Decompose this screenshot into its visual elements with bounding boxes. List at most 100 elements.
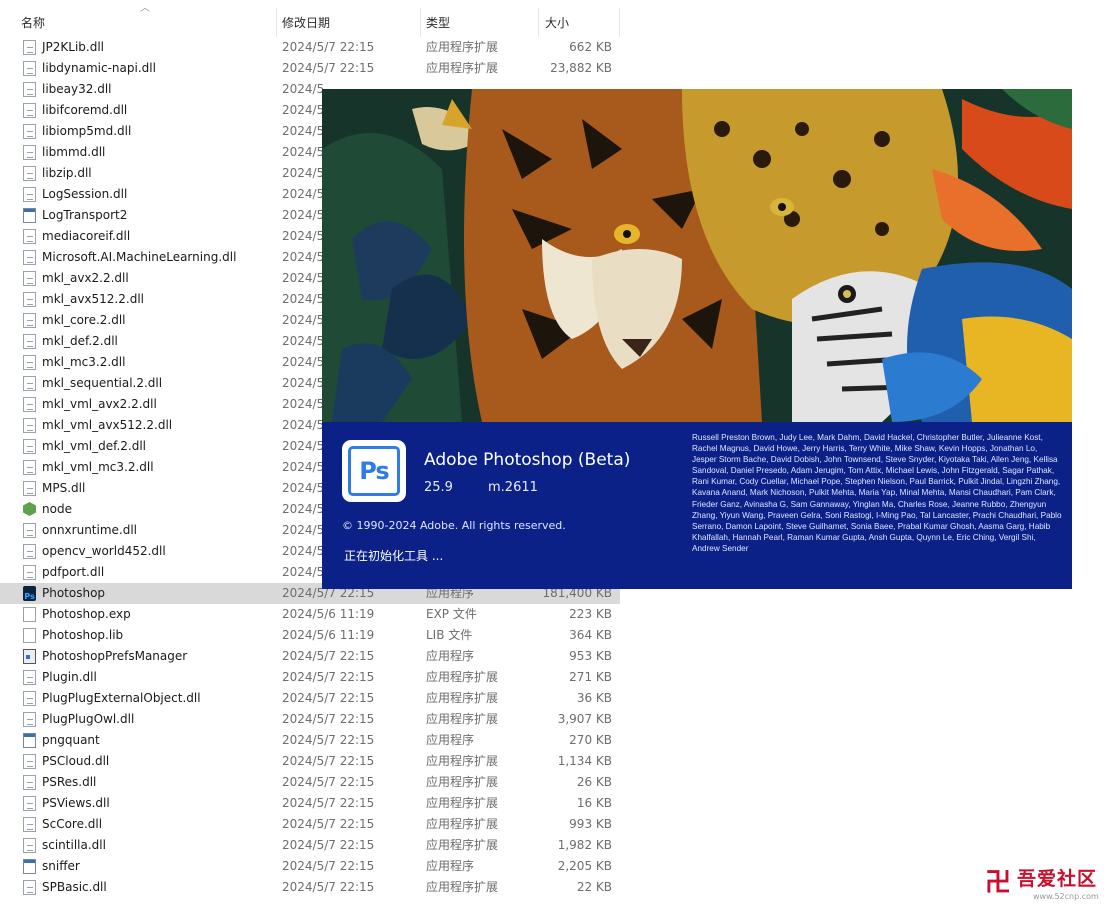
- file-name: Plugin.dll: [42, 670, 97, 684]
- file-name: libiomp5md.dll: [42, 124, 132, 138]
- file-type: 应用程序扩展: [426, 775, 499, 789]
- file-row[interactable]: Plugin.dll 2024/5/7 22:15 应用程序扩展 271 KB: [0, 667, 620, 688]
- file-modified-date: 2024/5: [282, 208, 325, 222]
- dll-file-icon: [23, 775, 36, 790]
- file-type: 应用程序扩展: [426, 691, 499, 705]
- dll-file-icon: [23, 103, 36, 118]
- file-modified-date: 2024/5/6 11:19: [282, 628, 375, 642]
- dll-file-icon: [23, 355, 36, 370]
- column-header: ︿ 名称 修改日期 类型 大小: [0, 0, 620, 37]
- column-separator[interactable]: [420, 8, 421, 37]
- file-name: Photoshop.lib: [42, 628, 124, 642]
- file-row[interactable]: PSViews.dll 2024/5/7 22:15 应用程序扩展 16 KB: [0, 793, 620, 814]
- file-modified-date: 2024/5: [282, 82, 325, 96]
- file-row[interactable]: libdynamic-napi.dll 2024/5/7 22:15 应用程序扩展 2…: [0, 58, 620, 79]
- column-separator[interactable]: [538, 8, 539, 37]
- file-name: pngquant: [42, 733, 100, 747]
- photoshop-logo-icon: Ps: [342, 440, 406, 502]
- file-modified-date: 2024/5/7 22:15: [282, 649, 375, 663]
- file-type: 应用程序扩展: [426, 61, 499, 75]
- file-type: 应用程序扩展: [426, 40, 499, 54]
- file-modified-date: 2024/5: [282, 376, 325, 390]
- column-modified-header[interactable]: 修改日期: [282, 0, 330, 37]
- file-size: 23,882 KB: [550, 61, 612, 75]
- file-name: PlugPlugOwl.dll: [42, 712, 135, 726]
- splash-info-panel: Ps Adobe Photoshop (Beta) 25.9 m.2611 © …: [322, 422, 1072, 589]
- file-row[interactable]: sniffer 2024/5/7 22:15 应用程序 2,205 KB: [0, 856, 620, 877]
- file-modified-date: 2024/5: [282, 544, 325, 558]
- file-name: mkl_mc3.2.dll: [42, 355, 126, 369]
- file-type: EXP 文件: [426, 607, 477, 621]
- file-modified-date: 2024/5/7 22:15: [282, 670, 375, 684]
- file-modified-date: 2024/5/7 22:15: [282, 880, 375, 894]
- file-name: mkl_vml_avx512.2.dll: [42, 418, 173, 432]
- photoshop-app-icon: Ps: [23, 586, 36, 601]
- dll-file-icon: [23, 880, 36, 895]
- dll-file-icon: [23, 418, 36, 433]
- file-type: 应用程序扩展: [426, 838, 499, 852]
- file-modified-date: 2024/5/7 22:15: [282, 859, 375, 873]
- application-icon: [23, 733, 36, 748]
- file-modified-date: 2024/5/7 22:15: [282, 796, 375, 810]
- file-row[interactable]: pngquant 2024/5/7 22:15 应用程序 270 KB: [0, 730, 620, 751]
- file-name: mkl_sequential.2.dll: [42, 376, 163, 390]
- file-type: 应用程序: [426, 859, 475, 873]
- file-modified-date: 2024/5: [282, 565, 325, 579]
- dll-file-icon: [23, 796, 36, 811]
- dll-file-icon: [23, 313, 36, 328]
- file-name: mkl_vml_mc3.2.dll: [42, 460, 154, 474]
- file-modified-date: 2024/5: [282, 439, 325, 453]
- file-row[interactable]: JP2KLib.dll 2024/5/7 22:15 应用程序扩展 662 KB: [0, 37, 620, 58]
- dll-file-icon: [23, 712, 36, 727]
- file-size: 26 KB: [576, 775, 612, 789]
- column-separator[interactable]: [276, 8, 277, 37]
- file-type: 应用程序扩展: [426, 880, 499, 894]
- file-row[interactable]: SPBasic.dll 2024/5/7 22:15 应用程序扩展 22 KB: [0, 877, 620, 898]
- column-separator[interactable]: [619, 8, 620, 37]
- app-name: Adobe Photoshop (Beta): [424, 450, 631, 470]
- file-row[interactable]: scintilla.dll 2024/5/7 22:15 应用程序扩展 1,982 K…: [0, 835, 620, 856]
- file-name: mkl_vml_avx2.2.dll: [42, 397, 157, 411]
- file-row[interactable]: PSRes.dll 2024/5/7 22:15 应用程序扩展 26 KB: [0, 772, 620, 793]
- dll-file-icon: [23, 229, 36, 244]
- file-name: pdfport.dll: [42, 565, 105, 579]
- file-name: PSCloud.dll: [42, 754, 110, 768]
- dll-file-icon: [23, 145, 36, 160]
- dll-file-icon: [23, 754, 36, 769]
- application-icon: [23, 859, 36, 874]
- column-type-header[interactable]: 类型: [426, 0, 450, 37]
- file-row[interactable]: PhotoshopPrefsManager 2024/5/7 22:15 应用程序 9…: [0, 646, 620, 667]
- file-row[interactable]: Photoshop.exp 2024/5/6 11:19 EXP 文件 223 KB: [0, 604, 620, 625]
- file-name: onnxruntime.dll: [42, 523, 138, 537]
- file-modified-date: 2024/5/7 22:15: [282, 754, 375, 768]
- file-type: 应用程序: [426, 733, 475, 747]
- file-name: mkl_vml_def.2.dll: [42, 439, 146, 453]
- file-row[interactable]: PlugPlugExternalObject.dll 2024/5/7 22:15…: [0, 688, 620, 709]
- file-row[interactable]: PSCloud.dll 2024/5/7 22:15 应用程序扩展 1,134 KB: [0, 751, 620, 772]
- file-row[interactable]: PlugPlugOwl.dll 2024/5/7 22:15 应用程序扩展 3,907…: [0, 709, 620, 730]
- loading-status: 正在初始化工具 ...: [344, 549, 444, 563]
- file-type: 应用程序扩展: [426, 817, 499, 831]
- credits-text: Russell Preston Brown, Judy Lee, Mark Da…: [692, 433, 1062, 553]
- file-modified-date: 2024/5: [282, 271, 325, 285]
- sort-ascending-icon[interactable]: ︿: [140, 4, 150, 14]
- file-modified-date: 2024/5: [282, 166, 325, 180]
- generic-file-icon: [23, 628, 36, 643]
- file-row[interactable]: ScCore.dll 2024/5/7 22:15 应用程序扩展 993 KB: [0, 814, 620, 835]
- column-size-header[interactable]: 大小: [545, 0, 569, 37]
- file-modified-date: 2024/5: [282, 103, 325, 117]
- generic-file-icon: [23, 607, 36, 622]
- file-size: 662 KB: [569, 40, 612, 54]
- file-row[interactable]: Photoshop.lib 2024/5/6 11:19 LIB 文件 364 KB: [0, 625, 620, 646]
- file-name: libeay32.dll: [42, 82, 112, 96]
- file-modified-date: 2024/5/7 22:15: [282, 733, 375, 747]
- column-name-header[interactable]: 名称: [21, 0, 45, 37]
- file-size: 223 KB: [569, 607, 612, 621]
- dll-file-icon: [23, 565, 36, 580]
- file-name: mediacoreif.dll: [42, 229, 131, 243]
- file-size: 271 KB: [569, 670, 612, 684]
- dll-file-icon: [23, 124, 36, 139]
- file-size: 16 KB: [576, 796, 612, 810]
- dll-file-icon: [23, 670, 36, 685]
- file-modified-date: 2024/5/7 22:15: [282, 838, 375, 852]
